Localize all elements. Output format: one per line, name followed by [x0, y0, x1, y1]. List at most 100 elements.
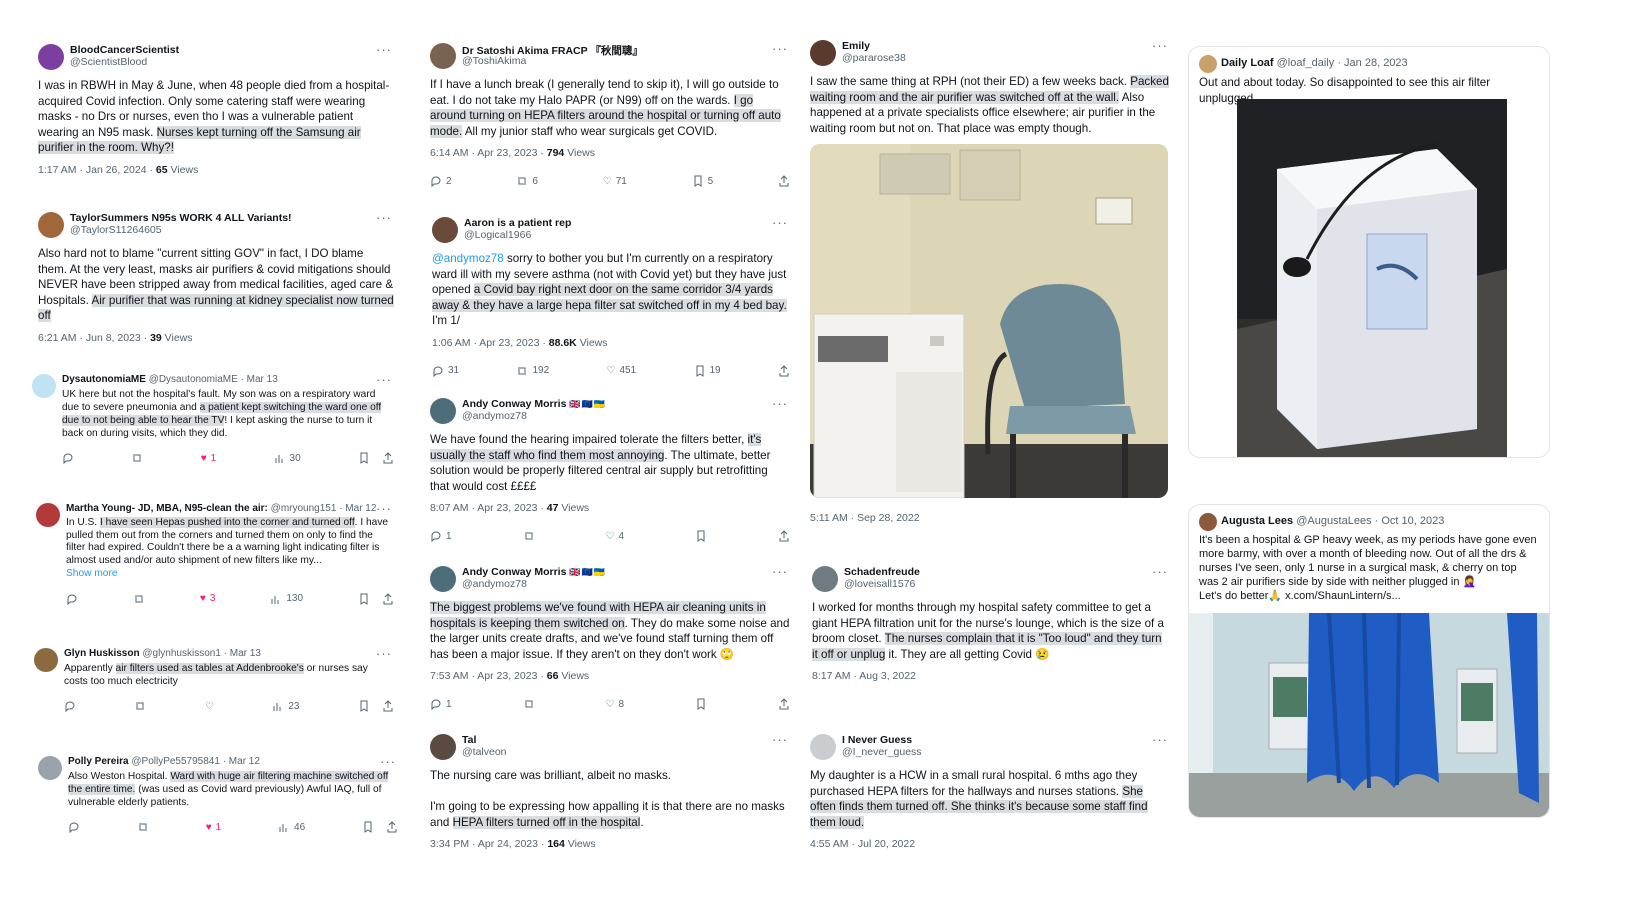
like-button[interactable]: ♡ 71	[603, 176, 627, 187]
tweet-emily[interactable]: Emily @pararose38 ··· I saw the same thi…	[810, 38, 1170, 524]
avatar[interactable]	[812, 566, 838, 592]
waiting-room-photo[interactable]	[810, 144, 1168, 498]
reply-button[interactable]	[62, 452, 74, 464]
more-icon[interactable]: ···	[376, 372, 392, 387]
timestamp[interactable]: 1:06 AM · Apr 23, 2023 ·	[432, 337, 549, 349]
tweet-schadenfreude[interactable]: Schadenfreude @loveisall1576 ··· I worke…	[812, 564, 1170, 682]
bookmark-button[interactable]: 5	[692, 175, 713, 187]
timestamp[interactable]: 6:14 AM · Apr 23, 2023 ·	[430, 147, 547, 159]
analytics-button[interactable]: 46	[278, 821, 305, 833]
tweet-taylorsummers[interactable]: TaylorSummers N95s WORK 4 ALL Variants! …	[38, 210, 394, 344]
tweet-tal[interactable]: Tal @talveon ··· The nursing care was br…	[430, 732, 790, 850]
author-name[interactable]: Andy Conway Morris 🇬🇧🇪🇺🇺🇦	[462, 566, 606, 578]
author-handle[interactable]: @andymoz78	[462, 410, 527, 422]
unplugged-air-filter-photo[interactable]	[1237, 99, 1507, 457]
author-name[interactable]: Aaron is a patient rep	[464, 217, 571, 229]
author-name[interactable]: Martha Young- JD, MBA, N95-clean the air…	[66, 503, 376, 514]
share-icon[interactable]	[382, 700, 394, 712]
timestamp[interactable]: 5:11 AM · Sep 28, 2022	[810, 512, 920, 524]
avatar[interactable]	[32, 374, 56, 398]
tweet-card-augustalees[interactable]: Augusta Lees @AugustaLees · Oct 10, 2023…	[1188, 504, 1550, 818]
timestamp[interactable]: 1:17 AM · Jan 26, 2024 ·	[38, 164, 156, 176]
like-button[interactable]: ♥ 3	[200, 593, 216, 604]
more-icon[interactable]: ···	[1152, 564, 1168, 579]
bookmark-button[interactable]	[695, 698, 707, 710]
like-button[interactable]: ♡ 8	[606, 699, 625, 710]
reply-button[interactable]	[64, 700, 76, 712]
author-name[interactable]: TaylorSummers N95s WORK 4 ALL Variants!	[70, 212, 292, 224]
author-handle[interactable]: @mryoung151 · Mar 12	[271, 503, 377, 514]
more-icon[interactable]: ···	[772, 396, 788, 411]
author-handle[interactable]: @ToshiAkima	[462, 55, 526, 67]
author-handle[interactable]: @pararose38	[842, 52, 906, 64]
more-icon[interactable]: ···	[772, 41, 788, 56]
timestamp[interactable]: 8:17 AM · Aug 3, 2022	[812, 670, 916, 682]
retweet-button[interactable]	[133, 593, 145, 605]
bookmark-button[interactable]	[362, 821, 398, 833]
author-handle[interactable]: @andymoz78	[462, 578, 527, 590]
author-handle[interactable]: @loaf_daily · Jan 28, 2023	[1277, 57, 1408, 69]
tweet-bloodcancerscientist[interactable]: BloodCancerScientist @ScientistBlood ···…	[38, 42, 394, 176]
bookmark-button[interactable]: 19	[694, 365, 721, 377]
author-handle[interactable]: @DysautonomiaME · Mar 13	[149, 374, 278, 385]
author-name[interactable]: DysautonomiaME @DysautonomiaME · Mar 13	[62, 374, 278, 385]
like-button[interactable]: ♡ 451	[607, 365, 637, 376]
avatar[interactable]	[36, 503, 60, 527]
avatar[interactable]	[430, 566, 456, 592]
retweet-button[interactable]: 6	[516, 175, 538, 187]
share-icon[interactable]	[382, 452, 394, 464]
reply-button[interactable]: 2	[430, 175, 452, 187]
like-button[interactable]: ♡ 4	[606, 531, 625, 542]
author-name[interactable]: Daily Loaf @loaf_daily · Jan 28, 2023	[1221, 57, 1408, 69]
tweet-pollypereira[interactable]: Polly Pereira @PollyPe55795841 · Mar 12 …	[38, 754, 398, 833]
more-icon[interactable]: ···	[772, 215, 788, 230]
author-name[interactable]: Emily	[842, 40, 870, 52]
reply-button[interactable]: 31	[432, 365, 459, 377]
share-icon[interactable]	[778, 175, 790, 187]
more-icon[interactable]: ···	[376, 646, 392, 661]
share-icon[interactable]	[778, 530, 790, 542]
analytics-button[interactable]: 30	[274, 452, 301, 464]
timestamp[interactable]: 3:34 PM · Apr 24, 2023 ·	[430, 838, 547, 850]
reply-button[interactable]: 1	[430, 698, 452, 710]
author-handle[interactable]: @glynhuskisson1 · Mar 13	[142, 648, 261, 659]
author-handle[interactable]: @TaylorS11264605	[70, 224, 162, 236]
more-icon[interactable]: ···	[376, 42, 392, 57]
author-handle[interactable]: @ScientistBlood	[70, 56, 147, 68]
share-icon[interactable]	[386, 821, 398, 833]
tweet-satoshiakima[interactable]: Dr Satoshi Akima FRACP 『秋間聰』 @ToshiAkima…	[430, 41, 790, 187]
bookmark-button[interactable]	[358, 452, 394, 464]
retweet-button[interactable]	[523, 698, 535, 710]
like-button[interactable]: ♡	[205, 701, 214, 712]
hospital-curtains-photo[interactable]	[1189, 613, 1549, 817]
avatar[interactable]	[810, 734, 836, 760]
timestamp[interactable]: 7:53 AM · Apr 23, 2023 ·	[430, 670, 547, 682]
more-icon[interactable]: ···	[380, 754, 396, 769]
author-handle[interactable]: @PollyPe55795841 · Mar 12	[131, 756, 260, 767]
avatar[interactable]	[38, 212, 64, 238]
analytics-button[interactable]: 130	[270, 593, 303, 605]
author-name[interactable]: Tal	[462, 734, 476, 746]
bookmark-button[interactable]	[358, 592, 394, 605]
author-name[interactable]: Polly Pereira @PollyPe55795841 · Mar 12	[68, 756, 260, 767]
share-icon[interactable]	[382, 592, 394, 605]
more-icon[interactable]: ···	[772, 732, 788, 747]
author-name[interactable]: I Never Guess	[842, 734, 912, 746]
tweet-marthayoung[interactable]: Martha Young- JD, MBA, N95-clean the air…	[36, 501, 394, 605]
author-name[interactable]: Schadenfreude	[844, 566, 920, 578]
retweet-button[interactable]	[131, 452, 143, 464]
retweet-button[interactable]: 192	[516, 365, 549, 377]
avatar[interactable]	[430, 734, 456, 760]
avatar[interactable]	[38, 756, 62, 780]
timestamp[interactable]: 6:21 AM · Jun 8, 2023 ·	[38, 332, 150, 344]
avatar[interactable]	[810, 40, 836, 66]
analytics-button[interactable]: 23	[272, 700, 300, 712]
retweet-button[interactable]	[523, 530, 535, 542]
avatar[interactable]	[430, 43, 456, 69]
tweet-glynhuskisson[interactable]: Glyn Huskisson @glynhuskisson1 · Mar 13 …	[34, 646, 394, 712]
author-handle[interactable]: @I_never_guess	[842, 746, 922, 758]
tweet-andyconwaymorris-2[interactable]: Andy Conway Morris 🇬🇧🇪🇺🇺🇦 @andymoz78 ···…	[430, 564, 790, 710]
author-name[interactable]: Augusta Lees @AugustaLees · Oct 10, 2023	[1221, 515, 1444, 527]
retweet-button[interactable]	[134, 700, 146, 712]
show-more-link[interactable]: Show more	[66, 568, 118, 579]
